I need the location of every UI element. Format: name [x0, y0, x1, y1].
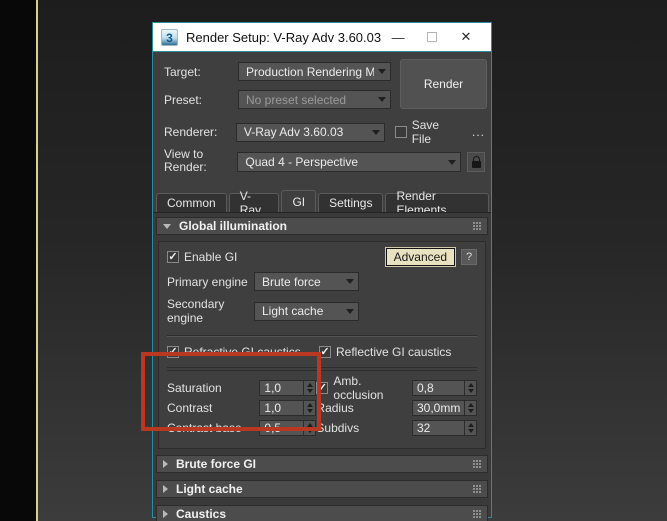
chevron-down-icon	[371, 129, 380, 135]
spinner-up-icon[interactable]	[467, 423, 474, 427]
spinner-arrows[interactable]	[464, 420, 477, 436]
rollout-collapsed-icon	[163, 460, 168, 468]
secondary-engine-value: Light cache	[262, 304, 324, 318]
rollout-title: Global illumination	[179, 219, 287, 233]
help-button[interactable]: ?	[461, 249, 477, 265]
target-value: Production Rendering Mode	[246, 64, 374, 79]
radius-label: Radius	[316, 401, 354, 415]
secondary-engine-dropdown[interactable]: Light cache	[254, 301, 359, 321]
desktop-backdrop: 3 Render Setup: V-Ray Adv 3.60.03 — ✕ Ta…	[0, 0, 667, 521]
dialog-client-area: Target: Production Rendering Mode Render…	[153, 53, 491, 521]
amb-occlusion-value[interactable]: 0,8	[412, 380, 464, 396]
chevron-down-icon	[448, 159, 457, 165]
close-icon[interactable]: ✕	[449, 29, 483, 45]
spinner-down-icon[interactable]	[467, 429, 474, 433]
chevron-down-icon	[378, 97, 386, 102]
spinner-arrows[interactable]	[464, 380, 477, 396]
tab-settings[interactable]: Settings	[318, 193, 384, 212]
primary-engine-label: Primary engine	[167, 274, 248, 289]
rollout-collapsed-icon	[163, 510, 168, 518]
viewport-accent-line	[36, 0, 38, 521]
maximize-icon[interactable]	[415, 30, 449, 45]
view-to-render-label: View to Render:	[164, 147, 207, 174]
rollout-header-global-illumination[interactable]: Global illumination	[156, 217, 488, 235]
preset-label: Preset:	[164, 92, 203, 107]
tab-vray[interactable]: V-Ray	[228, 189, 280, 217]
reflective-gi-caustics-label: Reflective GI caustics	[336, 345, 452, 359]
annotation-highlight-rectangle	[141, 352, 321, 431]
view-to-render-dropdown[interactable]: Quad 4 - Perspective	[237, 152, 462, 172]
tab-render-elements[interactable]: Render Elements	[385, 189, 489, 217]
spinner-up-icon[interactable]	[467, 383, 474, 387]
view-to-render-value: Quad 4 - Perspective	[245, 155, 359, 169]
separator	[167, 335, 477, 337]
grip-icon[interactable]	[473, 460, 481, 468]
collapsed-rollouts: Brute force GI Light cache Caustics	[156, 455, 488, 521]
renderer-value: V-Ray Adv 3.60.03	[243, 125, 344, 139]
viewport-edge-strip	[0, 0, 36, 521]
renderer-dropdown[interactable]: V-Ray Adv 3.60.03	[235, 122, 385, 142]
spinner-down-icon[interactable]	[467, 389, 474, 393]
chevron-down-icon	[378, 69, 386, 74]
render-setup-tabbar: Common V-Ray GI Settings Render Elements	[156, 189, 491, 217]
grip-icon[interactable]	[473, 222, 481, 230]
advanced-mode-button[interactable]: Advanced	[384, 247, 457, 267]
amb-occlusion-spinner[interactable]: 0,8	[412, 380, 477, 396]
enable-gi-checkbox[interactable]	[167, 251, 179, 263]
target-dropdown[interactable]: Production Rendering Mode	[238, 62, 391, 81]
lock-icon	[471, 155, 481, 168]
render-setup-window: 3 Render Setup: V-Ray Adv 3.60.03 — ✕ Ta…	[152, 22, 492, 521]
subdivs-spinner[interactable]: 32	[412, 420, 477, 436]
secondary-engine-label: Secondary engine	[167, 297, 225, 325]
rollout-expanded-icon	[163, 223, 171, 229]
save-file-browse-button[interactable]: ...	[472, 125, 485, 139]
tab-common[interactable]: Common	[156, 193, 227, 212]
amb-occlusion-label: Amb. occlusion	[333, 374, 384, 402]
rollout-title: Caustics	[176, 507, 227, 521]
rollout-header-brute-force-gi[interactable]: Brute force GI	[156, 455, 488, 473]
spinner-down-icon[interactable]	[467, 409, 474, 413]
target-label: Target:	[164, 64, 201, 79]
minimize-icon[interactable]: —	[381, 30, 415, 45]
save-file-checkbox[interactable]	[394, 126, 407, 138]
radius-value[interactable]: 30,0mm	[412, 400, 464, 416]
window-titlebar[interactable]: 3 Render Setup: V-Ray Adv 3.60.03 — ✕	[153, 23, 491, 52]
viewport-lock-button[interactable]	[467, 152, 485, 172]
rollout-header-caustics[interactable]: Caustics	[156, 505, 488, 521]
primary-engine-dropdown[interactable]: Brute force	[254, 272, 359, 291]
rollout-header-light-cache[interactable]: Light cache	[156, 480, 488, 498]
rollout-title: Light cache	[176, 482, 243, 496]
rollout-title: Brute force GI	[176, 457, 257, 471]
save-file-label: Save File	[411, 118, 440, 146]
grip-icon[interactable]	[473, 485, 481, 493]
window-title: Render Setup: V-Ray Adv 3.60.03	[185, 29, 382, 45]
primary-engine-value: Brute force	[262, 274, 321, 289]
grip-icon[interactable]	[473, 510, 481, 518]
radius-spinner[interactable]: 30,0mm	[412, 400, 477, 416]
subdivs-value[interactable]: 32	[412, 420, 464, 436]
enable-gi-label: Enable GI	[184, 250, 238, 264]
chevron-down-icon	[346, 308, 354, 314]
spinner-up-icon[interactable]	[467, 403, 474, 407]
chevron-down-icon	[346, 279, 354, 284]
spinner-arrows[interactable]	[464, 400, 477, 416]
subdivs-label: Subdivs	[316, 421, 360, 435]
tab-gi[interactable]: GI	[281, 190, 317, 212]
3dsmax-app-icon: 3	[161, 28, 178, 46]
rollout-collapsed-icon	[163, 485, 168, 493]
renderer-label: Renderer:	[164, 125, 218, 139]
preset-dropdown[interactable]: No preset selected	[238, 90, 391, 109]
preset-value: No preset selected	[246, 92, 347, 107]
